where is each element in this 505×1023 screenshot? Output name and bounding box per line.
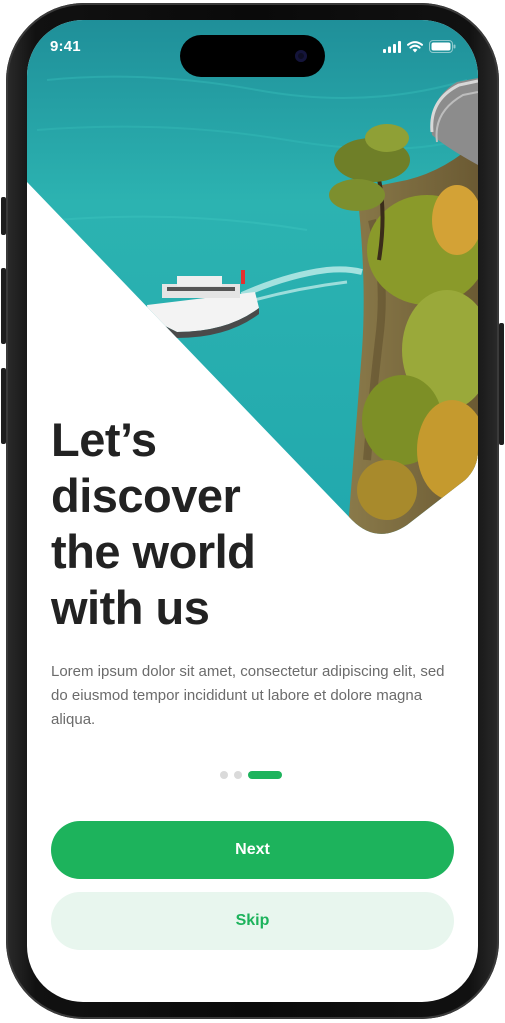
next-button[interactable]: Next bbox=[51, 821, 454, 879]
app-screen: 9:41 Let’s discover the world with us Lo… bbox=[27, 20, 478, 1002]
wifi-icon bbox=[407, 40, 423, 52]
action-button bbox=[1, 197, 6, 235]
power-button bbox=[499, 323, 504, 445]
battery-icon bbox=[429, 40, 456, 53]
headline-line: Let’s bbox=[51, 413, 157, 466]
skip-button[interactable]: Skip bbox=[51, 892, 454, 950]
camera-icon bbox=[295, 50, 307, 62]
headline-line: discover bbox=[51, 469, 241, 522]
volume-up-button bbox=[1, 268, 6, 344]
headline-line: with us bbox=[51, 581, 210, 634]
status-icons bbox=[383, 40, 456, 53]
page-dot[interactable] bbox=[234, 771, 242, 779]
pagination-dots bbox=[220, 771, 282, 779]
page-dot[interactable] bbox=[220, 771, 228, 779]
description-text: Lorem ipsum dolor sit amet, consectetur … bbox=[51, 663, 445, 728]
status-time: 9:41 bbox=[50, 38, 81, 55]
signal-icon bbox=[383, 40, 401, 53]
page-dot-active[interactable] bbox=[248, 771, 282, 779]
headline: Let’s discover the world with us bbox=[51, 412, 351, 636]
headline-line: the world bbox=[51, 525, 256, 578]
volume-down-button bbox=[1, 368, 6, 444]
dynamic-island bbox=[180, 35, 325, 77]
